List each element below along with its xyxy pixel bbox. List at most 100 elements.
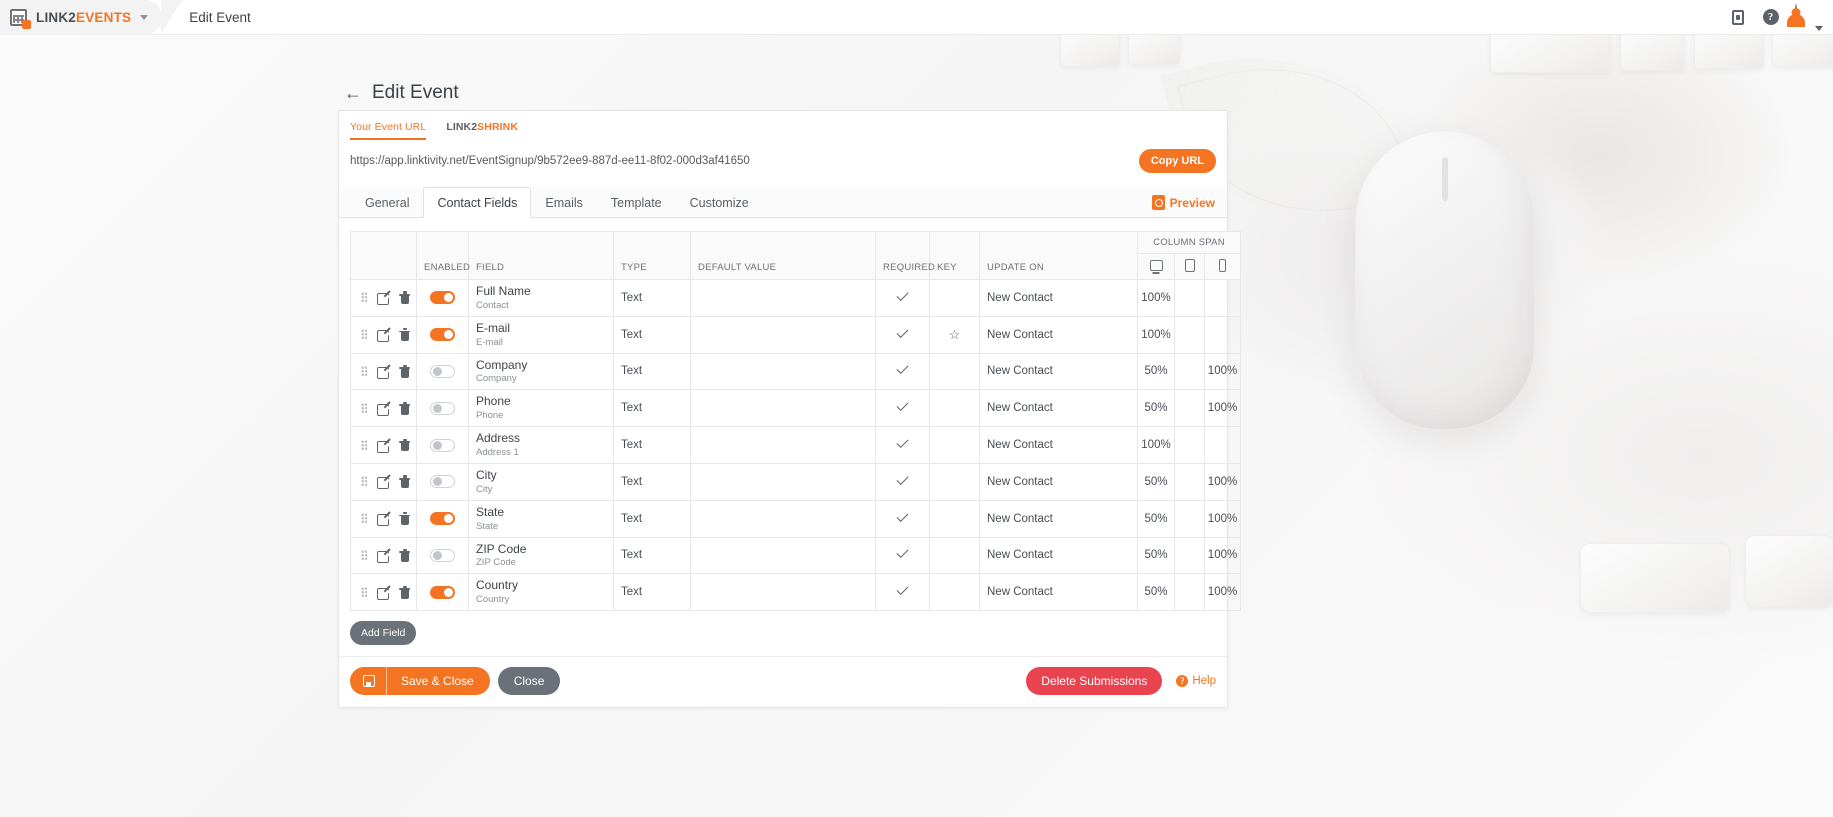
edit-icon[interactable] — [377, 291, 390, 306]
wallpaper-keycap — [1580, 543, 1730, 613]
drag-handle-icon[interactable] — [361, 402, 368, 414]
check-icon — [896, 399, 909, 412]
required-cell — [875, 536, 930, 575]
trash-icon[interactable] — [399, 512, 410, 525]
check-icon — [896, 583, 909, 596]
field-name: City — [476, 467, 497, 482]
span-mobile-cell — [1203, 279, 1242, 317]
enabled-toggle[interactable] — [430, 548, 455, 562]
calendar-icon — [10, 8, 31, 29]
th-span-tablet — [1174, 253, 1205, 280]
field-cell: State State — [468, 499, 614, 538]
row-tools-cell — [350, 462, 417, 501]
trash-icon[interactable] — [399, 438, 410, 452]
tab-contact-fields[interactable]: Contact Fields — [423, 187, 532, 218]
tab-your-event-url[interactable]: Your Event URL — [350, 121, 427, 140]
enabled-toggle[interactable] — [430, 364, 455, 378]
save-and-close-button[interactable]: Save & Close — [350, 667, 490, 696]
default-value-cell — [690, 536, 876, 575]
trash-icon[interactable] — [399, 585, 410, 599]
key-cell: ☆ — [929, 315, 980, 354]
add-field-button[interactable]: Add Field — [350, 621, 417, 646]
tab-customize[interactable]: Customize — [676, 187, 763, 218]
field-cell: Full Name Contact — [468, 279, 614, 317]
star-icon[interactable]: ☆ — [949, 327, 961, 342]
edit-icon[interactable] — [377, 365, 390, 379]
table-row: ZIP Code ZIP Code Text New Contact 50% 100% — [350, 536, 1242, 575]
type-cell: Text — [613, 536, 691, 575]
enabled-toggle[interactable] — [430, 475, 455, 489]
edit-icon[interactable] — [377, 328, 390, 343]
drag-handle-icon[interactable] — [361, 439, 368, 451]
footer-left-actions: Save & Close Close — [350, 667, 561, 696]
enabled-toggle[interactable] — [430, 291, 455, 305]
field-subtitle: E-mail — [476, 336, 503, 348]
copy-url-button[interactable]: Copy URL — [1138, 149, 1216, 173]
help-link[interactable]: ? Help — [1176, 675, 1216, 688]
span-tablet-cell — [1174, 426, 1205, 464]
check-icon — [896, 546, 909, 559]
table-row: State State Text New Contact 50% 100% — [350, 499, 1242, 538]
enabled-toggle[interactable] — [430, 401, 455, 415]
tab-general[interactable]: General — [351, 187, 423, 218]
key-cell — [929, 499, 980, 538]
chevron-down-icon[interactable] — [140, 14, 149, 20]
trash-icon[interactable] — [399, 401, 410, 415]
preview-button[interactable]: Preview — [1151, 195, 1215, 217]
enabled-toggle[interactable] — [430, 438, 455, 452]
edit-icon[interactable] — [377, 402, 390, 416]
document-icon[interactable] — [1729, 9, 1746, 26]
default-value-cell — [690, 389, 876, 428]
drag-handle-icon[interactable] — [361, 549, 368, 561]
drag-handle-icon[interactable] — [361, 365, 368, 377]
field-name: Address — [476, 431, 521, 446]
enabled-toggle[interactable] — [430, 328, 455, 342]
delete-submissions-button[interactable]: Delete Submissions — [1026, 667, 1163, 696]
trash-icon[interactable] — [399, 328, 410, 341]
update-on-cell: New Contact — [979, 573, 1138, 612]
drag-handle-icon[interactable] — [361, 292, 368, 304]
row-tools-cell — [350, 426, 417, 464]
enabled-cell — [416, 279, 469, 317]
table-row: Full Name Contact Text New Contact 100% — [350, 279, 1242, 317]
tab-template[interactable]: Template — [597, 187, 676, 218]
enabled-toggle[interactable] — [430, 512, 455, 526]
edit-icon[interactable] — [377, 439, 390, 453]
table-row: Country Country Text New Contact 50% 100% — [350, 573, 1242, 612]
field-cell: Address Address 1 — [468, 426, 614, 464]
contact-fields-table-wrapper: ENABLED FIELD TYPE DEFAULT VALUE REQUIRE… — [339, 218, 1242, 612]
avatar[interactable] — [1787, 3, 1823, 31]
wallpaper-keycap — [1060, 35, 1120, 67]
brand-menu[interactable]: LINK2EVENTS — [0, 0, 163, 35]
edit-icon[interactable] — [377, 549, 390, 563]
trash-icon[interactable] — [399, 475, 410, 489]
edit-icon[interactable] — [377, 586, 390, 600]
th-type: TYPE — [613, 231, 691, 280]
trash-icon[interactable] — [399, 548, 410, 562]
span-tablet-cell — [1174, 462, 1205, 501]
drag-handle-icon[interactable] — [361, 586, 368, 598]
back-arrow-icon[interactable]: ← — [344, 84, 362, 102]
trash-icon[interactable] — [399, 291, 410, 305]
enabled-cell — [416, 573, 469, 612]
check-icon — [896, 362, 909, 375]
tab-emails[interactable]: Emails — [531, 187, 597, 218]
edit-icon[interactable] — [377, 475, 390, 490]
table-head: ENABLED FIELD TYPE DEFAULT VALUE REQUIRE… — [350, 231, 1242, 280]
required-cell — [875, 462, 930, 501]
enabled-toggle[interactable] — [430, 585, 455, 599]
trash-icon[interactable] — [399, 364, 410, 378]
tab-link2shrink[interactable]: LINK2SHRINK — [446, 121, 518, 140]
help-icon[interactable]: ? — [1762, 9, 1779, 26]
drag-handle-icon[interactable] — [361, 329, 368, 341]
type-cell: Text — [613, 389, 691, 428]
span-tablet-cell — [1174, 279, 1205, 317]
drag-handle-icon[interactable] — [361, 476, 368, 488]
span-desktop-cell: 50% — [1137, 352, 1175, 391]
field-cell: City City — [468, 462, 614, 501]
edit-icon[interactable] — [377, 512, 390, 527]
span-desktop-cell: 50% — [1137, 499, 1175, 538]
drag-handle-icon[interactable] — [361, 513, 368, 525]
field-name: E-mail — [476, 320, 511, 335]
close-button[interactable]: Close — [497, 667, 561, 696]
